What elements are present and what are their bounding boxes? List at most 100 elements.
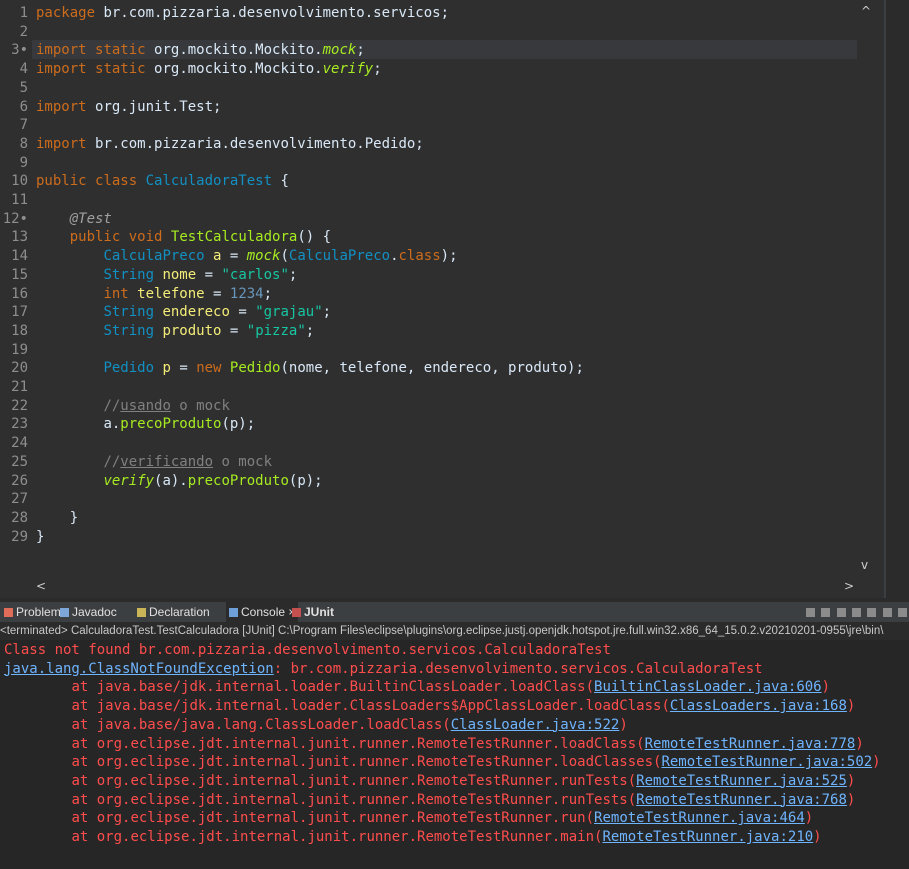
code-token: =: [229, 304, 256, 321]
code-token: import: [36, 135, 96, 152]
code-line[interactable]: int telefone = 1234;: [36, 285, 272, 304]
stacktrace-link[interactable]: java.lang.ClassNotFoundException: [4, 661, 274, 677]
code-token: =: [196, 266, 222, 283]
code-line[interactable]: }: [36, 509, 78, 528]
stacktrace-link[interactable]: BuiltinClassLoader.java:606: [594, 679, 822, 695]
code-token: String: [103, 304, 163, 321]
stacktrace-link[interactable]: ClassLoaders.java:168: [670, 698, 847, 714]
code-token: class: [95, 173, 146, 190]
scroll-down-arrow[interactable]: v: [861, 558, 868, 572]
display-console-icon[interactable]: [898, 608, 907, 617]
code-editor[interactable]: 1 2 3• 4 5 6 7 8 9 10 11 12• 13 14 15 16 17 18 19 20 21 22 23 2…: [0, 0, 909, 598]
code-line[interactable]: import org.junit.Test;: [36, 98, 221, 117]
line-number: 6: [19, 98, 28, 115]
stacktrace-link[interactable]: RemoteTestRunner.java:525: [636, 773, 847, 789]
code-line[interactable]: //verificando o mock: [36, 453, 272, 472]
code-line[interactable]: import static org.mockito.Mockito.verify…: [36, 60, 382, 79]
line-number: 17: [11, 304, 28, 321]
line-number: 27: [11, 491, 28, 508]
word-wrap-icon[interactable]: [867, 608, 877, 617]
vertical-scrollbar[interactable]: ^ v: [857, 0, 877, 578]
tab-junit[interactable]: JUnit: [292, 602, 334, 622]
code-token: (a).: [154, 472, 188, 489]
code-token: precoProduto: [120, 416, 222, 433]
line-number: 14: [11, 248, 28, 265]
stacktrace-link[interactable]: RemoteTestRunner.java:464: [594, 810, 805, 826]
code-line[interactable]: String produto = "pizza";: [36, 322, 314, 341]
code-token: ;: [263, 285, 273, 302]
tab-console[interactable]: Console ×: [226, 602, 299, 622]
code-area[interactable]: package br.com.pizzaria.desenvolvimento.…: [36, 0, 856, 578]
tab-javadoc[interactable]: Javadoc: [60, 602, 117, 622]
console-text: ): [846, 772, 856, 789]
code-token: {: [272, 173, 289, 190]
console-line: at org.eclipse.jdt.internal.junit.runner…: [4, 735, 863, 754]
code-token: a.: [103, 416, 121, 433]
console-text: at org.eclipse.jdt.internal.junit.runner…: [4, 754, 662, 771]
console-text: at org.eclipse.jdt.internal.junit.runner…: [4, 810, 595, 827]
pin-console-icon[interactable]: [882, 608, 892, 617]
code-line[interactable]: @Test: [36, 210, 112, 229]
code-token: CalculaPreco: [288, 248, 391, 265]
code-token: =: [204, 285, 230, 302]
remove-all-icon[interactable]: [836, 608, 846, 617]
horizontal-scrollbar[interactable]: < >: [32, 578, 858, 596]
code-token: =: [170, 360, 197, 377]
remove-launch-icon[interactable]: [821, 608, 831, 617]
code-line[interactable]: public void TestCalculadora() {: [36, 228, 331, 247]
code-token: String: [103, 322, 163, 339]
tab-label: Console ×: [241, 605, 296, 619]
code-line[interactable]: import br.com.pizzaria.desenvolvimento.P…: [36, 135, 424, 154]
console-line: at org.eclipse.jdt.internal.junit.runner…: [4, 809, 813, 828]
code-line[interactable]: public class CalculadoraTest {: [36, 172, 289, 191]
scroll-up-arrow[interactable]: ^: [861, 4, 871, 18]
code-token: org.junit.Test;: [95, 98, 222, 115]
code-line[interactable]: CalculaPreco a = mock(CalculaPreco.class…: [36, 247, 458, 266]
clear-console-icon[interactable]: [805, 608, 815, 617]
console-line: at java.base/jdk.internal.loader.ClassLo…: [4, 697, 855, 716]
console-text: at org.eclipse.jdt.internal.junit.runner…: [4, 772, 637, 789]
console-text: at java.base/jdk.internal.loader.Builtin…: [4, 679, 595, 696]
scroll-lock-icon[interactable]: [851, 608, 861, 617]
console-text: ): [813, 829, 822, 845]
line-number: 29: [11, 528, 28, 545]
code-line[interactable]: String endereco = "grajau";: [36, 303, 331, 322]
code-line[interactable]: verify(a).precoProduto(p);: [36, 472, 322, 491]
code-line[interactable]: import static org.mockito.Mockito.mock;: [36, 41, 365, 60]
code-line[interactable]: Pedido p = new Pedido(nome, telefone, en…: [36, 359, 584, 378]
console-text: at java.base/jdk.internal.loader.ClassLo…: [4, 698, 670, 715]
line-number: 21: [11, 379, 28, 395]
scroll-left-arrow[interactable]: <: [36, 579, 46, 593]
code-token: (nome, telefone, endereco, produto);: [280, 360, 584, 377]
scroll-right-arrow[interactable]: >: [844, 579, 854, 593]
code-line[interactable]: package br.com.pizzaria.desenvolvimento.…: [36, 4, 449, 23]
stacktrace-link[interactable]: RemoteTestRunner.java:502: [661, 754, 872, 770]
console-line: java.lang.ClassNotFoundException: br.com…: [4, 660, 763, 679]
console-line: at org.eclipse.jdt.internal.junit.runner…: [4, 753, 880, 772]
declaration-icon: [137, 608, 146, 617]
stacktrace-link[interactable]: ClassLoader.java:522: [451, 717, 620, 733]
tab-declaration[interactable]: Declaration: [137, 602, 210, 622]
code-token: br.com.pizzaria.desenvolvimento.servicos…: [103, 5, 450, 21]
line-number: 2: [19, 23, 28, 40]
console-output[interactable]: Class not found br.com.pizzaria.desenvol…: [0, 640, 909, 869]
console-icon: [229, 608, 238, 617]
line-number: 3•: [11, 42, 28, 59]
stacktrace-link[interactable]: RemoteTestRunner.java:768: [636, 792, 847, 808]
code-token: o mock: [170, 397, 230, 414]
console-toolbar: [803, 606, 907, 620]
code-token: TestCalculadora: [170, 229, 298, 246]
code-token: );: [440, 248, 458, 265]
console-text: : br.com.pizzaria.desenvolvimento.servic…: [273, 660, 763, 677]
stacktrace-link[interactable]: RemoteTestRunner.java:210: [602, 829, 813, 845]
line-number: 13: [11, 229, 28, 246]
code-line[interactable]: String nome = "carlos";: [36, 266, 297, 285]
code-line[interactable]: a.precoProduto(p);: [36, 415, 255, 434]
bottom-panel-tabbar: Problems Javadoc Declaration Console × JUnit: [0, 602, 909, 622]
code-line[interactable]: }: [36, 528, 44, 547]
stacktrace-link[interactable]: RemoteTestRunner.java:778: [645, 736, 856, 752]
tab-problems[interactable]: Problems: [4, 602, 67, 622]
code-line[interactable]: //usando o mock: [36, 397, 230, 416]
